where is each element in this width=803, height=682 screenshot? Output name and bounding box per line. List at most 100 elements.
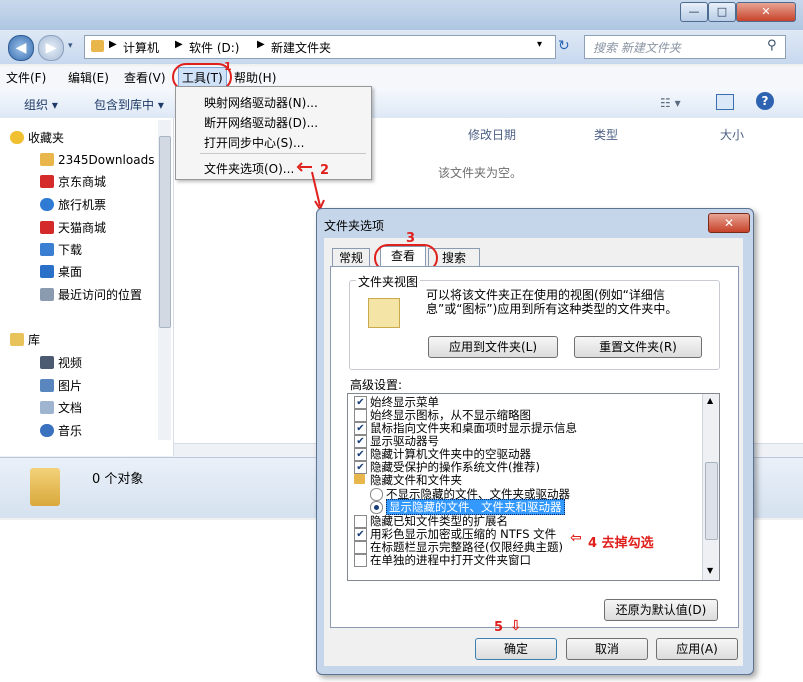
back-button[interactable]: ◀ [8, 35, 34, 61]
folder-icon [91, 40, 104, 52]
column-date-modified[interactable]: 修改日期 [468, 126, 516, 143]
restore-defaults-button[interactable]: 还原为默认值(D) [604, 599, 718, 621]
checkbox[interactable]: ✔ [354, 396, 367, 409]
checkbox[interactable] [354, 541, 367, 554]
nav-item-label: 旅行机票 [58, 198, 107, 212]
search-icon[interactable]: ⚲ [767, 38, 777, 53]
checkbox[interactable]: ✔ [354, 448, 367, 461]
radio-button-selected[interactable] [370, 501, 383, 514]
preview-pane-icon[interactable] [716, 94, 734, 110]
breadcrumb-separator: ▶ [175, 39, 183, 50]
menu-view[interactable]: 查看(V) [124, 69, 166, 86]
checkbox[interactable] [354, 409, 367, 422]
setting-separate-process[interactable]: 在单独的进程中打开文件夹窗口 [354, 553, 531, 567]
include-in-library-button[interactable]: 包含到库中 ▾ [94, 96, 164, 113]
menu-edit[interactable]: 编辑(E) [68, 69, 109, 86]
nav-item-music[interactable]: 音乐 [40, 421, 83, 441]
forward-button[interactable]: ▶ [38, 35, 64, 61]
organize-button[interactable]: 组织 ▾ [24, 96, 58, 113]
checkbox[interactable]: ✔ [354, 461, 367, 474]
tab-general[interactable]: 常规 [332, 248, 370, 267]
folder-icon [40, 153, 54, 166]
nav-item-label: 最近访问的位置 [58, 288, 143, 302]
download-icon [40, 243, 54, 256]
column-size[interactable]: 大小 [720, 126, 744, 143]
column-type[interactable]: 类型 [594, 126, 618, 143]
refresh-icon[interactable]: ↻ [558, 38, 570, 54]
nav-item-pictures[interactable]: 图片 [40, 376, 82, 396]
desktop-icon [40, 265, 54, 278]
nav-favorites[interactable]: 收藏夹 [10, 128, 65, 148]
reset-folders-button[interactable]: 重置文件夹(R) [574, 336, 702, 358]
window-caption-buttons: — □ ✕ [680, 2, 798, 22]
empty-folder-text: 该文件夹为空。 [438, 166, 523, 180]
nav-item-label: 文档 [58, 401, 83, 415]
advanced-settings-list[interactable]: ✔ 始终显示菜单 始终显示图标，从不显示缩略图 ✔ 鼠标指向文件夹和桌面项时显示提示… [347, 393, 720, 581]
settings-scrollbar[interactable]: ▲ ▼ [702, 394, 719, 580]
checkbox[interactable]: ✔ [354, 528, 367, 541]
nav-item-documents[interactable]: 文档 [40, 398, 83, 418]
breadcrumb-folder[interactable]: 新建文件夹 [271, 39, 331, 56]
menu-file[interactable]: 文件(F) [6, 69, 46, 86]
folder-views-description: 可以将该文件夹正在使用的视图(例如“详细信息”或“图标”)应用到所有这种类型的文… [426, 288, 678, 316]
apply-to-folders-button[interactable]: 应用到文件夹(L) [428, 336, 558, 358]
close-button[interactable]: ✕ [736, 2, 796, 22]
address-dropdown-icon[interactable]: ▾ [537, 39, 542, 50]
breadcrumb-computer[interactable]: 计算机 [123, 39, 159, 56]
menu-item-map-drive[interactable]: 映射网络驱动器(N)... [204, 94, 318, 111]
menu-item-sync-center[interactable]: 打开同步中心(S)... [204, 134, 304, 151]
folder-views-label: 文件夹视图 [356, 273, 421, 290]
nav-item-label: 视频 [58, 356, 83, 370]
recent-pages-dropdown[interactable]: ▾ [68, 41, 73, 51]
setting-show-hidden[interactable]: 显示隐藏的文件、文件夹和驱动器 [370, 499, 565, 515]
menu-help[interactable]: 帮助(H) [234, 69, 276, 86]
nav-item-desktop[interactable]: 桌面 [40, 262, 83, 282]
address-bar[interactable]: ▶ 计算机 ▶ 软件 (D:) ▶ 新建文件夹 ▾ [84, 35, 556, 59]
radio-button[interactable] [370, 488, 383, 501]
nav-scrollbar-thumb[interactable] [159, 136, 171, 328]
document-icon [40, 401, 54, 414]
settings-scrollbar-thumb[interactable] [705, 462, 718, 540]
nav-item-label: 桌面 [58, 265, 83, 279]
nav-favorites-label: 收藏夹 [28, 131, 65, 145]
search-input[interactable]: 搜索 新建文件夹 ⚲ [584, 35, 786, 59]
nav-item-jd[interactable]: 京东商城 [40, 172, 106, 192]
checkbox[interactable] [354, 554, 367, 567]
ok-button[interactable]: 确定 [475, 638, 557, 660]
music-icon [40, 424, 54, 437]
menu-item-folder-options[interactable]: 文件夹选项(O)... [204, 160, 294, 177]
maximize-button[interactable]: □ [708, 2, 736, 22]
nav-item-tmall[interactable]: 天猫商城 [40, 218, 106, 238]
breadcrumb-drive[interactable]: 软件 (D:) [189, 39, 239, 56]
view-options-icon[interactable]: ☷ ▾ [660, 96, 681, 110]
picture-icon [40, 379, 54, 392]
checkbox[interactable] [354, 515, 367, 528]
nav-item-downloads[interactable]: 下载 [40, 240, 82, 260]
cancel-button[interactable]: 取消 [566, 638, 648, 660]
tmall-icon [40, 221, 54, 234]
nav-item-label: 音乐 [58, 424, 83, 438]
apply-button[interactable]: 应用(A) [656, 638, 738, 660]
navigation-pane: 收藏夹 2345Downloads 京东商城 旅行机票 天猫商城 下载 桌面 最… [0, 118, 174, 456]
advanced-settings-label: 高级设置: [350, 378, 403, 392]
checkbox[interactable]: ✔ [354, 435, 367, 448]
nav-item-recent[interactable]: 最近访问的位置 [40, 285, 143, 305]
nav-scrollbar[interactable] [158, 120, 171, 440]
setting-label: 用彩色显示加密或压缩的 NTFS 文件 [370, 527, 557, 541]
dialog-close-button[interactable]: ✕ [708, 213, 750, 233]
breadcrumb-separator: ▶ [257, 39, 265, 50]
setting-label: 在单独的进程中打开文件夹窗口 [370, 553, 531, 567]
menu-item-disconnect-drive[interactable]: 断开网络驱动器(D)... [204, 114, 318, 131]
annotation-step1: 1 [224, 60, 232, 73]
minimize-button[interactable]: — [680, 2, 708, 22]
checkbox[interactable]: ✔ [354, 422, 367, 435]
annotation-arrow-left-icon: ⇦ [570, 530, 582, 546]
nav-item-2345downloads[interactable]: 2345Downloads [40, 150, 154, 170]
scroll-up-icon[interactable]: ▲ [707, 396, 713, 405]
nav-libraries[interactable]: 库 [10, 330, 40, 350]
nav-item-travel[interactable]: 旅行机票 [40, 195, 107, 215]
nav-item-videos[interactable]: 视频 [40, 353, 83, 373]
help-icon[interactable]: ? [756, 92, 774, 110]
scroll-down-icon[interactable]: ▼ [707, 566, 713, 575]
annotation-arrow-step2 [296, 162, 325, 212]
